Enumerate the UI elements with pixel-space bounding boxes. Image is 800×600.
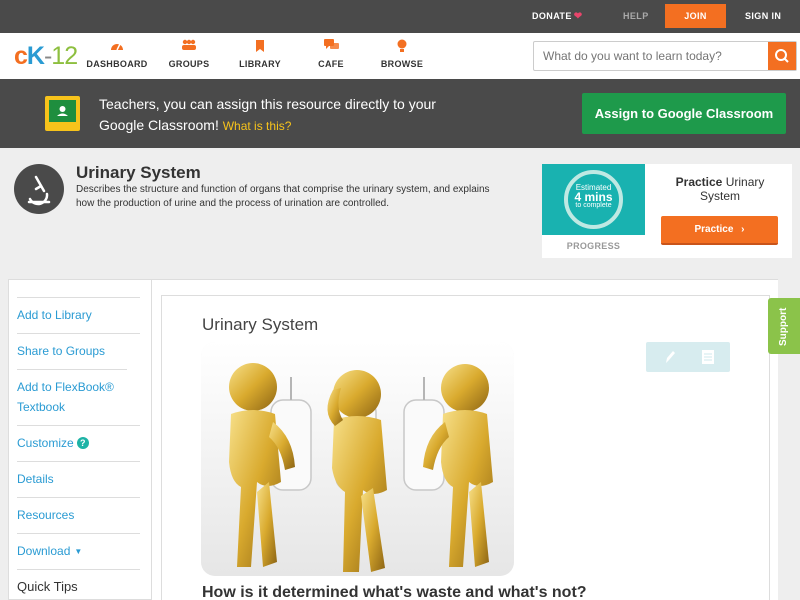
nav-cafe-label: CAFE — [318, 59, 344, 69]
banner-message: Teachers, you can assign this resource d… — [99, 94, 479, 137]
microscope-icon — [14, 164, 64, 214]
sidebar-item-share-to-groups[interactable]: Share to Groups — [17, 333, 140, 361]
heart-icon: ❤ — [573, 11, 583, 22]
practice-title-bold: Practice — [675, 175, 723, 189]
content-tools — [646, 342, 730, 372]
join-button[interactable]: JOIN — [665, 4, 726, 28]
dashboard-icon — [82, 39, 152, 55]
cafe-icon — [296, 39, 366, 55]
search-icon — [775, 49, 789, 63]
download-label: Download — [17, 544, 71, 558]
sign-in-link[interactable]: SIGN IN — [745, 0, 781, 33]
sidebar-item-customize[interactable]: Customize? — [17, 425, 140, 453]
logo-k: K — [26, 42, 45, 70]
nav-cafe[interactable]: CAFE — [296, 39, 366, 69]
notes-icon[interactable] — [700, 348, 716, 366]
help-link[interactable]: HELP — [623, 0, 649, 33]
search-button[interactable] — [768, 42, 796, 70]
chevron-right-icon: › — [741, 224, 745, 235]
google-classroom-icon — [45, 96, 80, 131]
library-icon — [225, 39, 295, 55]
progress-ring: Estimated 4 mins to complete — [564, 170, 623, 229]
content-subheading: How is it determined what's waste and wh… — [202, 584, 587, 600]
assign-google-classroom-button[interactable]: Assign to Google Classroom — [582, 93, 786, 134]
nav-browse[interactable]: BROWSE — [367, 39, 437, 69]
nav-dashboard[interactable]: DASHBOARD — [82, 39, 152, 69]
support-tab[interactable]: Support — [768, 298, 800, 354]
practice-button[interactable]: Practice › — [661, 216, 778, 245]
logo-number: 12 — [51, 42, 78, 70]
browse-icon — [367, 39, 437, 55]
logo-c: c — [14, 42, 28, 70]
what-is-this-link[interactable]: What is this? — [223, 119, 292, 133]
search-box — [533, 41, 797, 71]
nav-library[interactable]: LIBRARY — [225, 39, 295, 69]
nav-browse-label: BROWSE — [380, 59, 424, 69]
estimate-value: 4 mins — [574, 190, 613, 204]
teacher-banner: Teachers, you can assign this resource d… — [0, 79, 800, 148]
concept-description: Describes the structure and function of … — [76, 184, 490, 209]
sidebar-item-download[interactable]: Download ▼ — [17, 533, 140, 562]
sidebar: Add to Library Share to Groups Add to Fl… — [8, 279, 151, 600]
help-circle-icon[interactable]: ? — [76, 437, 89, 449]
nav-groups[interactable]: GROUPS — [154, 39, 224, 69]
progress-graphic: Estimated 4 mins to complete — [542, 164, 645, 235]
sidebar-item-resources[interactable]: Resources — [17, 497, 140, 525]
main-nav: cK-12 DASHBOARD GROUPS LIBRARY CAFE BROW… — [0, 33, 800, 79]
concept-title: Urinary System — [76, 163, 201, 182]
sidebar-item-details[interactable]: Details — [17, 461, 140, 489]
concept-header: Urinary System Describes the structure a… — [0, 148, 800, 270]
estimate-suffix: to complete — [575, 202, 612, 209]
nav-dashboard-label: DASHBOARD — [86, 59, 148, 69]
content-title: Urinary System — [202, 315, 319, 334]
search-input[interactable] — [534, 42, 768, 70]
customize-label: Customize — [17, 436, 74, 450]
groups-icon — [154, 39, 224, 55]
pencil-icon[interactable] — [662, 348, 678, 366]
nav-library-label: LIBRARY — [239, 59, 281, 69]
practice-card: Estimated 4 mins to complete PROGRESS Pr… — [542, 164, 792, 258]
top-bar: DONATE ❤ HELP JOIN SIGN IN — [0, 0, 800, 33]
caret-down-icon: ▼ — [74, 547, 83, 556]
practice-title: Practice Urinary System — [658, 175, 782, 203]
support-label: Support — [778, 307, 789, 346]
donate-label: DONATE — [532, 11, 572, 21]
progress-label: PROGRESS — [566, 241, 621, 251]
practice-button-label: Practice — [694, 224, 734, 235]
ck12-logo[interactable]: cK-12 — [14, 42, 78, 71]
urinal-figures-image — [201, 342, 514, 576]
nav-groups-label: GROUPS — [168, 59, 210, 69]
quick-tips-heading: Quick Tips — [17, 569, 140, 597]
donate-link[interactable]: DONATE ❤ — [532, 0, 583, 33]
sidebar-item-add-to-flexbook[interactable]: Add to FlexBook® Textbook — [17, 369, 127, 417]
sidebar-item-add-to-library[interactable]: Add to Library — [17, 297, 140, 325]
